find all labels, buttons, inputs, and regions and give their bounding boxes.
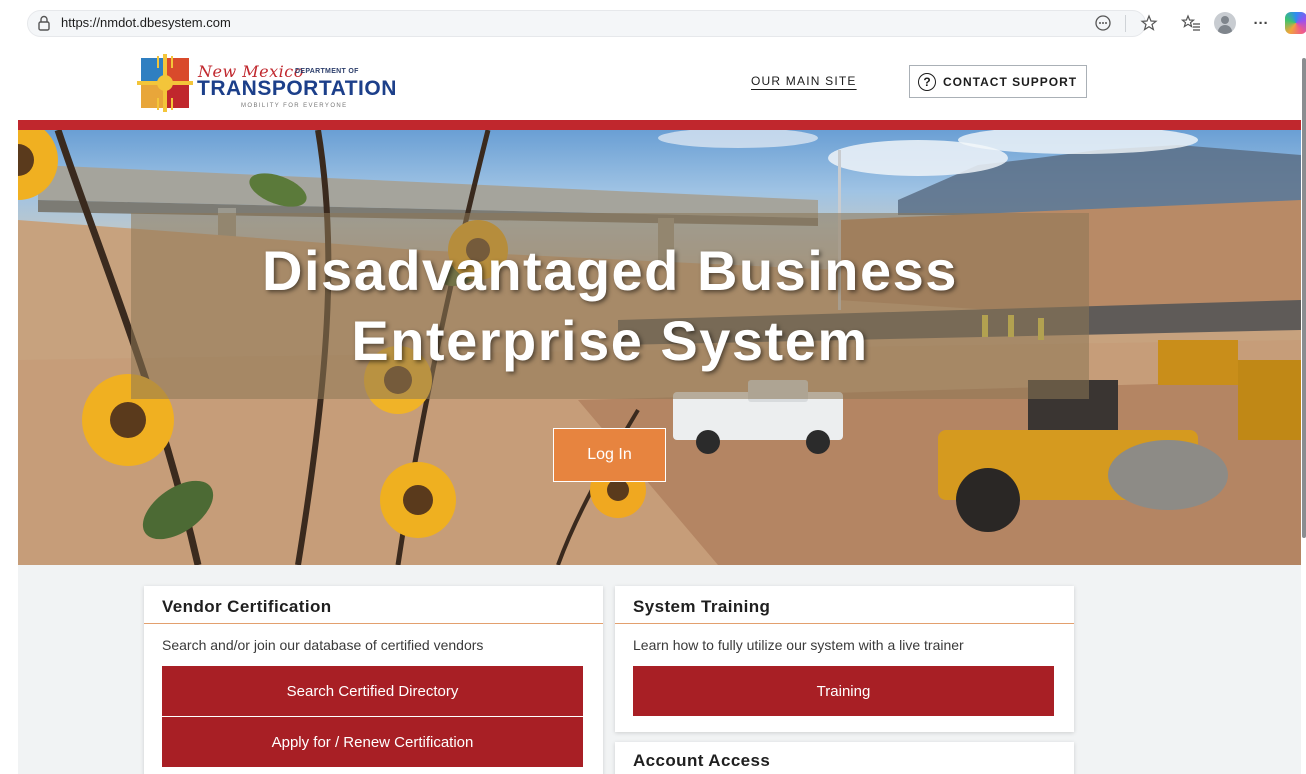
vendor-certification-title: Vendor Certification bbox=[162, 597, 332, 616]
reader-mode-icon[interactable] bbox=[1092, 12, 1114, 34]
hero-title-line-1: Disadvantaged Business bbox=[262, 239, 958, 302]
profile-avatar-icon[interactable] bbox=[1214, 12, 1236, 34]
url-text[interactable]: https://nmdot.dbesystem.com bbox=[61, 15, 231, 30]
nmdot-logo[interactable]: New Mexico DEPARTMENT OF TRANSPORTATION … bbox=[137, 50, 396, 116]
toolbar-separator bbox=[1125, 15, 1126, 32]
card-divider bbox=[144, 623, 603, 624]
our-main-site-link[interactable]: OUR MAIN SITE bbox=[751, 74, 857, 88]
apply-renew-certification-button[interactable]: Apply for / Renew Certification bbox=[162, 717, 583, 767]
system-training-title: System Training bbox=[633, 597, 771, 616]
vendor-certification-card: Vendor Certification Search and/or join … bbox=[144, 586, 603, 774]
logo-tagline: MOBILITY FOR EVERYONE bbox=[241, 103, 348, 109]
logo-department-of: DEPARTMENT OF bbox=[295, 68, 359, 75]
help-question-icon: ? bbox=[918, 72, 936, 91]
copilot-icon[interactable] bbox=[1285, 12, 1306, 34]
system-training-card: System Training Learn how to fully utili… bbox=[615, 586, 1074, 732]
contact-support-button[interactable]: ? CONTACT SUPPORT bbox=[909, 65, 1087, 98]
browser-toolbar: https://nmdot.dbesystem.com ··· bbox=[0, 0, 1306, 46]
hero-title: Disadvantaged Business Enterprise System bbox=[131, 236, 1089, 376]
favorite-star-icon[interactable] bbox=[1138, 12, 1160, 34]
system-training-description: Learn how to fully utilize our system wi… bbox=[633, 637, 964, 653]
hero-title-line-2: Enterprise System bbox=[351, 309, 869, 372]
lock-icon[interactable] bbox=[36, 14, 52, 32]
card-divider bbox=[615, 623, 1074, 624]
logo-transportation: TRANSPORTATION bbox=[197, 77, 397, 100]
zia-sun-logo-icon bbox=[137, 54, 193, 112]
site-header: New Mexico DEPARTMENT OF TRANSPORTATION … bbox=[18, 46, 1301, 120]
more-menu-icon[interactable]: ··· bbox=[1250, 12, 1272, 34]
account-access-title: Account Access bbox=[633, 751, 771, 770]
training-button[interactable]: Training bbox=[633, 666, 1054, 716]
header-red-rule bbox=[18, 120, 1301, 130]
search-certified-directory-button[interactable]: Search Certified Directory bbox=[162, 666, 583, 716]
window-edge bbox=[0, 46, 18, 774]
vendor-certification-description: Search and/or join our database of certi… bbox=[162, 637, 484, 653]
hero-banner: Disadvantaged Business Enterprise System… bbox=[18, 130, 1301, 565]
log-in-button[interactable]: Log In bbox=[553, 428, 666, 482]
account-access-card: Account Access bbox=[615, 742, 1074, 774]
contact-support-label: CONTACT SUPPORT bbox=[943, 74, 1078, 89]
favorites-list-icon[interactable] bbox=[1180, 12, 1202, 34]
scrollbar-thumb[interactable] bbox=[1302, 58, 1306, 538]
page-content: New Mexico DEPARTMENT OF TRANSPORTATION … bbox=[18, 46, 1301, 774]
